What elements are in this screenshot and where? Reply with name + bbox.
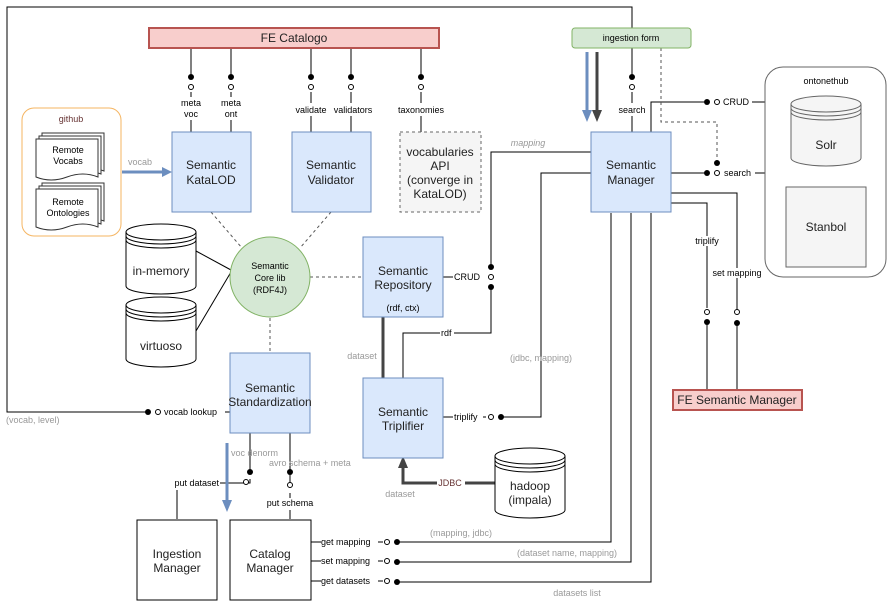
dataset-hadoop-flow-label: dataset (385, 489, 415, 499)
remote-vocabs-doc[interactable]: Remote Vocabs (35, 132, 105, 181)
triplifier-line2: Triplifier (382, 419, 424, 433)
vocab-api-line3: (converge in (407, 173, 473, 187)
mapping-jdbc-flow-label: (mapping, jdbc) (430, 528, 492, 538)
validator-line2: Validator (308, 173, 354, 187)
hadoop-line1: hadoop (510, 479, 550, 493)
put-dataset-label: put dataset (174, 478, 219, 488)
vocabularies-api-node[interactable]: vocabularies API (converge in KataLOD) (399, 131, 482, 213)
validators-label: validators (334, 105, 373, 115)
voc-denorm-flow-label: voc denorm (231, 448, 278, 458)
architecture-diagram: FE Catalogo ingestion form github Remote… (6, 6, 887, 601)
ingestion-manager-line2: Manager (153, 561, 200, 575)
ingestion-form-node[interactable]: ingestion form (571, 27, 692, 49)
github-label: github (59, 114, 84, 124)
meta-ont-label-1: meta (221, 98, 241, 108)
set-mapping-label: set mapping (321, 556, 370, 566)
ingestion-manager-line1: Ingestion (153, 547, 202, 561)
core-lib-line2: Core lib (254, 273, 285, 283)
datasets-list-flow-label: datasets list (553, 588, 601, 598)
fe-semantic-manager-label: FE Semantic Manager (677, 393, 796, 407)
github-group: github Remote Vocabs Remote Ontologies (21, 107, 122, 237)
manager-line1: Semantic (606, 158, 656, 172)
katalod-line2: KataLOD (186, 173, 236, 187)
core-lib-line3: (RDF4J) (253, 285, 287, 295)
get-datasets-label: get datasets (321, 576, 371, 586)
semantic-triplifier-node[interactable]: Semantic Triplifier (362, 377, 444, 459)
jdbc-label: JDBC (438, 478, 462, 488)
crud-repository-label: CRUD (454, 272, 480, 282)
vocab-api-line2: API (430, 159, 449, 173)
vocab-flow-label: vocab (128, 157, 152, 167)
fe-catalogo-label: FE Catalogo (261, 31, 328, 45)
virtuoso-label: virtuoso (140, 339, 182, 353)
remote-ontologies-doc[interactable]: Remote Ontologies (35, 182, 105, 231)
ingestion-manager-node[interactable]: Ingestion Manager (136, 519, 218, 601)
catalog-manager-line2: Manager (246, 561, 293, 575)
standardization-line2: Standardization (228, 395, 311, 409)
ontonethub-label: ontonethub (803, 76, 848, 86)
core-lib-line1: Semantic (251, 261, 289, 271)
dataset-repo-flow-label: dataset (347, 351, 377, 361)
manager-line2: Manager (607, 173, 654, 187)
dataset-name-mapping-flow-label: (dataset name, mapping) (517, 548, 617, 558)
stanbol-box[interactable]: Stanbol (785, 186, 867, 268)
remote-vocabs-line1: Remote (52, 145, 84, 155)
hadoop-line2: (impala) (508, 493, 551, 507)
catalog-manager-node[interactable]: Catalog Manager (229, 519, 312, 601)
semantic-validator-node[interactable]: Semantic Validator (291, 131, 372, 213)
semantic-core-lib-node[interactable]: Semantic Core lib (RDF4J) (229, 236, 311, 318)
virtuoso-db[interactable]: virtuoso (125, 296, 197, 368)
ontonethub-group: ontonethub Solr Stanbol (764, 66, 887, 278)
vocab-api-line4: KataLOD) (413, 187, 466, 201)
meta-ont-label-2: ont (225, 109, 238, 119)
in-memory-db[interactable]: in-memory (125, 223, 197, 295)
solr-db[interactable]: Solr (790, 95, 862, 167)
semantic-repository-node[interactable]: Semantic Repository (rdf, ctx) (362, 236, 444, 318)
crud-ontonethub-label: CRUD (723, 97, 749, 107)
search-ontonethub-label: search (724, 168, 751, 178)
triplify-triplifier-label: triplify (454, 412, 478, 422)
ingestion-form-label: ingestion form (603, 33, 660, 43)
vocab-lookup-label: vocab lookup (164, 407, 217, 417)
semantic-katalod-node[interactable]: Semantic KataLOD (171, 131, 252, 213)
in-memory-label: in-memory (133, 264, 190, 278)
hadoop-db[interactable]: hadoop (impala) (494, 447, 566, 519)
vocab-api-line1: vocabularies (406, 145, 473, 159)
set-mapping-manager-label: set mapping (712, 268, 761, 278)
avro-schema-flow-label: avro schema + meta (269, 458, 351, 468)
put-schema-label: put schema (267, 498, 314, 508)
remote-vocabs-line2: Vocabs (53, 156, 83, 166)
solr-label: Solr (815, 138, 836, 152)
remote-ontologies-line2: Ontologies (46, 208, 90, 218)
validator-line1: Semantic (306, 158, 356, 172)
jdbc-mapping-flow-label: (jdbc, mapping) (510, 353, 572, 363)
repository-line1: Semantic (378, 264, 428, 278)
triplify-manager-label: triplify (695, 236, 719, 246)
katalod-line1: Semantic (186, 158, 236, 172)
mapping-flow-label: mapping (511, 138, 546, 148)
fe-catalogo-node[interactable]: FE Catalogo (148, 27, 440, 49)
semantic-manager-node[interactable]: Semantic Manager (590, 131, 672, 213)
standardization-line1: Semantic (245, 381, 295, 395)
repository-subtitle: (rdf, ctx) (387, 303, 420, 313)
triplifier-line1: Semantic (378, 405, 428, 419)
search-label: search (618, 105, 645, 115)
rdf-label: rdf (441, 328, 452, 338)
stanbol-label: Stanbol (806, 220, 847, 234)
remote-ontologies-line1: Remote (52, 197, 84, 207)
meta-voc-label-1: meta (181, 98, 201, 108)
repository-line2: Repository (374, 278, 431, 292)
get-mapping-label: get mapping (321, 537, 371, 547)
semantic-standardization-node[interactable]: Semantic Standardization (228, 352, 312, 434)
fe-semantic-manager-node[interactable]: FE Semantic Manager (672, 389, 803, 411)
validate-label: validate (295, 105, 326, 115)
taxonomies-label: taxonomies (398, 105, 445, 115)
catalog-manager-line1: Catalog (249, 547, 290, 561)
meta-voc-label-2: voc (184, 109, 199, 119)
vocab-level-flow-label: (vocab, level) (6, 415, 60, 425)
